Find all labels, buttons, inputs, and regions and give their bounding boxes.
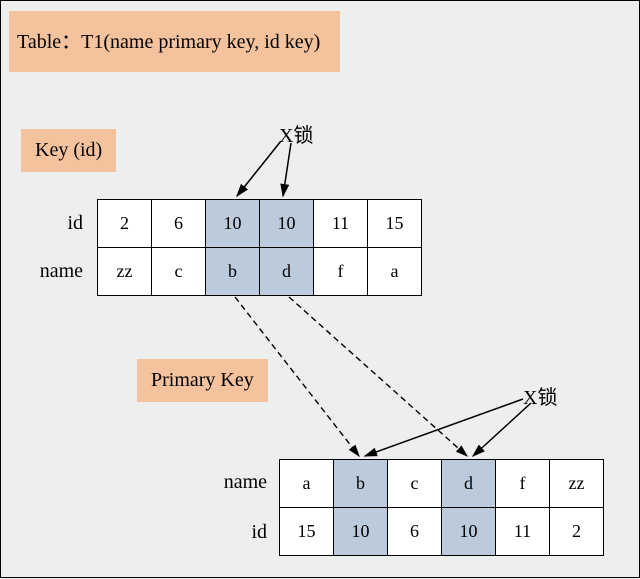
table-definition-box: Table：T1(name primary key, id key) — [9, 11, 340, 72]
cell: c — [152, 248, 206, 296]
table-row: zz c b d f a — [98, 248, 422, 296]
tableb-row-name-label: name — [207, 471, 267, 494]
tablea-row-name-label: name — [23, 260, 83, 283]
arrow-xlock2-left — [365, 399, 523, 456]
arrow-xlock1-left — [237, 141, 281, 196]
table-row: a b c d f zz — [280, 460, 604, 508]
cell: f — [314, 248, 368, 296]
cell: a — [280, 460, 334, 508]
cell: 15 — [280, 508, 334, 556]
tablea-row-id-label: id — [23, 212, 83, 235]
cell: 2 — [550, 508, 604, 556]
cell: 15 — [368, 200, 422, 248]
key-id-label: Key (id) — [35, 139, 102, 161]
arrow-xlock1-right — [283, 143, 291, 196]
cell: 6 — [388, 508, 442, 556]
cell: 2 — [98, 200, 152, 248]
cell: 11 — [496, 508, 550, 556]
cell: zz — [98, 248, 152, 296]
tableb-row-id-label: id — [207, 521, 267, 544]
cell: 11 — [314, 200, 368, 248]
table-row: 2 6 10 10 11 15 — [98, 200, 422, 248]
cell: a — [368, 248, 422, 296]
cell: c — [388, 460, 442, 508]
table-definition-text: Table：T1(name primary key, id key) — [17, 31, 320, 53]
cell-locked: d — [442, 460, 496, 508]
cell: 6 — [152, 200, 206, 248]
cell-locked: 10 — [206, 200, 260, 248]
primary-key-label-box: Primary Key — [137, 359, 268, 402]
cell-locked: b — [334, 460, 388, 508]
cell-locked: d — [260, 248, 314, 296]
xlock-annotation-1: X锁 — [279, 119, 313, 148]
cell: f — [496, 460, 550, 508]
table-row: 15 10 6 10 11 2 — [280, 508, 604, 556]
arrow-xlock2-right — [473, 403, 531, 456]
xlock-annotation-2: X锁 — [523, 381, 557, 410]
primary-key-label: Primary Key — [151, 369, 254, 391]
primary-key-table: a b c d f zz 15 10 6 10 11 2 — [279, 459, 604, 556]
key-index-table: 2 6 10 10 11 15 zz c b d f a — [97, 199, 422, 296]
arrow-d-to-primary — [289, 297, 467, 456]
cell-locked: 10 — [334, 508, 388, 556]
cell-locked: b — [206, 248, 260, 296]
key-id-label-box: Key (id) — [21, 129, 116, 172]
cell-locked: 10 — [260, 200, 314, 248]
cell-locked: 10 — [442, 508, 496, 556]
cell: zz — [550, 460, 604, 508]
